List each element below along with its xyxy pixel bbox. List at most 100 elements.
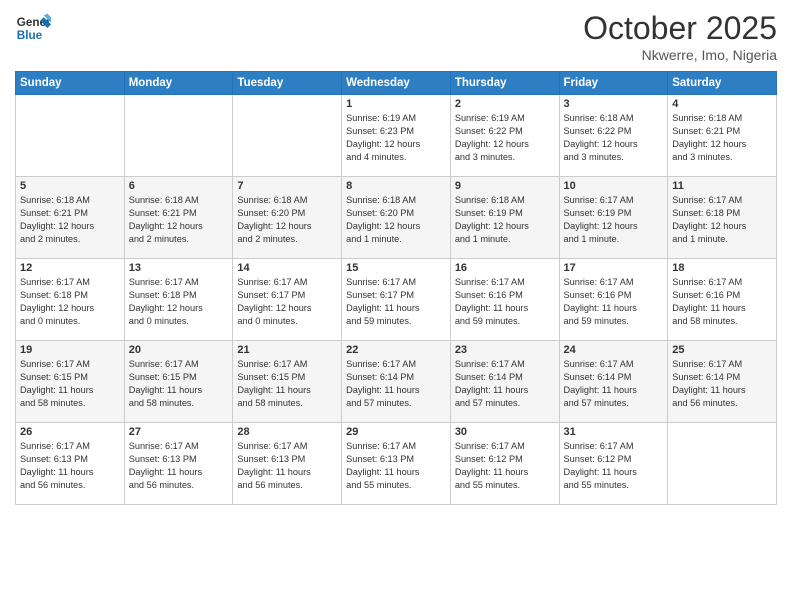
calendar-cell: 21 Sunrise: 6:17 AM Sunset: 6:15 PM Dayli… — [233, 341, 342, 423]
day-number: 13 — [129, 262, 229, 274]
calendar-cell: 6Sunrise: 6:18 AM Sunset: 6:21 PM Daylig… — [124, 177, 233, 259]
day-number: 2 — [455, 98, 555, 110]
calendar-cell: 1 Sunrise: 6:19 AM Sunset: 6:23 PM Daylig… — [342, 95, 451, 177]
calendar-cell: 8 Sunrise: 6:18 AM Sunset: 6:20 PM Daylig… — [342, 177, 451, 259]
day-number: 21 — [237, 344, 337, 356]
day-number: 25 — [672, 344, 772, 356]
day-info: Sunrise: 6:19 AM Sunset: 6:22 PM Dayligh… — [455, 112, 555, 164]
day-number: 1 — [346, 98, 446, 110]
day-info: Sunrise: 6:17 AM Sunset: 6:19 PM Dayligh… — [564, 194, 664, 246]
day-number: 3 — [564, 98, 664, 110]
day-info: Sunrise: 6:18 AM Sunset: 6:21 PM Dayligh… — [672, 112, 772, 164]
day-number: 31 — [564, 426, 664, 438]
calendar-week-1: 1 Sunrise: 6:19 AM Sunset: 6:23 PM Daylig… — [16, 95, 777, 177]
calendar-cell: 3 Sunrise: 6:18 AM Sunset: 6:22 PM Daylig… — [559, 95, 668, 177]
day-info: Sunrise: 6:17 AM Sunset: 6:14 PM Dayligh… — [455, 358, 555, 410]
day-number: 12 — [20, 262, 120, 274]
day-number: 18 — [672, 262, 772, 274]
calendar-cell: 14Sunrise: 6:17 AM Sunset: 6:17 PM Dayli… — [233, 259, 342, 341]
calendar-cell — [124, 95, 233, 177]
calendar-cell: 17Sunrise: 6:17 AM Sunset: 6:16 PM Dayli… — [559, 259, 668, 341]
calendar-table: SundayMondayTuesdayWednesdayThursdayFrid… — [15, 71, 777, 505]
day-info: Sunrise: 6:18 AM Sunset: 6:21 PM Dayligh… — [129, 194, 229, 246]
calendar-cell: 24 Sunrise: 6:17 AM Sunset: 6:14 PM Dayli… — [559, 341, 668, 423]
calendar-cell: 18Sunrise: 6:17 AM Sunset: 6:16 PM Dayli… — [668, 259, 777, 341]
day-number: 11 — [672, 180, 772, 192]
day-info: Sunrise: 6:18 AM Sunset: 6:22 PM Dayligh… — [564, 112, 664, 164]
calendar-cell: 11 Sunrise: 6:17 AM Sunset: 6:18 PM Dayli… — [668, 177, 777, 259]
day-info: Sunrise: 6:17 AM Sunset: 6:16 PM Dayligh… — [455, 276, 555, 328]
month-title: October 2025 — [583, 10, 777, 47]
day-number: 16 — [455, 262, 555, 274]
calendar-cell: 27 Sunrise: 6:17 AM Sunset: 6:13 PM Dayli… — [124, 423, 233, 505]
day-number: 26 — [20, 426, 120, 438]
calendar-cell: 15 Sunrise: 6:17 AM Sunset: 6:17 PM Dayli… — [342, 259, 451, 341]
header-cell-friday: Friday — [559, 72, 668, 95]
calendar-cell: 2 Sunrise: 6:19 AM Sunset: 6:22 PM Daylig… — [450, 95, 559, 177]
calendar-cell: 16 Sunrise: 6:17 AM Sunset: 6:16 PM Dayli… — [450, 259, 559, 341]
day-info: Sunrise: 6:18 AM Sunset: 6:20 PM Dayligh… — [237, 194, 337, 246]
day-number: 7 — [237, 180, 337, 192]
day-info: Sunrise: 6:17 AM Sunset: 6:14 PM Dayligh… — [564, 358, 664, 410]
day-info: Sunrise: 6:17 AM Sunset: 6:18 PM Dayligh… — [129, 276, 229, 328]
day-info: Sunrise: 6:17 AM Sunset: 6:14 PM Dayligh… — [346, 358, 446, 410]
calendar-week-4: 19 Sunrise: 6:17 AM Sunset: 6:15 PM Dayli… — [16, 341, 777, 423]
day-info: Sunrise: 6:17 AM Sunset: 6:13 PM Dayligh… — [346, 440, 446, 492]
calendar-week-3: 12 Sunrise: 6:17 AM Sunset: 6:18 PM Dayli… — [16, 259, 777, 341]
header-cell-thursday: Thursday — [450, 72, 559, 95]
day-info: Sunrise: 6:18 AM Sunset: 6:20 PM Dayligh… — [346, 194, 446, 246]
calendar-cell: 12 Sunrise: 6:17 AM Sunset: 6:18 PM Dayli… — [16, 259, 125, 341]
svg-text:Blue: Blue — [17, 29, 43, 42]
calendar-cell: 9 Sunrise: 6:18 AM Sunset: 6:19 PM Daylig… — [450, 177, 559, 259]
day-number: 28 — [237, 426, 337, 438]
calendar-cell: 7 Sunrise: 6:18 AM Sunset: 6:20 PM Daylig… — [233, 177, 342, 259]
day-number: 10 — [564, 180, 664, 192]
day-info: Sunrise: 6:18 AM Sunset: 6:19 PM Dayligh… — [455, 194, 555, 246]
day-info: Sunrise: 6:17 AM Sunset: 6:13 PM Dayligh… — [129, 440, 229, 492]
page-container: General Blue October 2025 Nkwerre, Imo, … — [0, 0, 792, 515]
calendar-cell: 25 Sunrise: 6:17 AM Sunset: 6:14 PM Dayli… — [668, 341, 777, 423]
day-info: Sunrise: 6:17 AM Sunset: 6:15 PM Dayligh… — [20, 358, 120, 410]
day-number: 27 — [129, 426, 229, 438]
calendar-body: 1 Sunrise: 6:19 AM Sunset: 6:23 PM Daylig… — [16, 95, 777, 505]
day-number: 20 — [129, 344, 229, 356]
day-info: Sunrise: 6:17 AM Sunset: 6:14 PM Dayligh… — [672, 358, 772, 410]
day-info: Sunrise: 6:17 AM Sunset: 6:12 PM Dayligh… — [564, 440, 664, 492]
calendar-cell — [233, 95, 342, 177]
header-cell-monday: Monday — [124, 72, 233, 95]
calendar-cell: 23 Sunrise: 6:17 AM Sunset: 6:14 PM Dayli… — [450, 341, 559, 423]
day-info: Sunrise: 6:17 AM Sunset: 6:13 PM Dayligh… — [20, 440, 120, 492]
day-info: Sunrise: 6:17 AM Sunset: 6:18 PM Dayligh… — [672, 194, 772, 246]
day-number: 8 — [346, 180, 446, 192]
day-number: 15 — [346, 262, 446, 274]
calendar-header-row: SundayMondayTuesdayWednesdayThursdayFrid… — [16, 72, 777, 95]
day-number: 24 — [564, 344, 664, 356]
header-cell-tuesday: Tuesday — [233, 72, 342, 95]
location-subtitle: Nkwerre, Imo, Nigeria — [583, 47, 777, 63]
day-info: Sunrise: 6:17 AM Sunset: 6:13 PM Dayligh… — [237, 440, 337, 492]
calendar-cell: 10 Sunrise: 6:17 AM Sunset: 6:19 PM Dayli… — [559, 177, 668, 259]
calendar-cell: 30Sunrise: 6:17 AM Sunset: 6:12 PM Dayli… — [450, 423, 559, 505]
day-info: Sunrise: 6:17 AM Sunset: 6:18 PM Dayligh… — [20, 276, 120, 328]
title-block: October 2025 Nkwerre, Imo, Nigeria — [583, 10, 777, 63]
day-number: 22 — [346, 344, 446, 356]
day-number: 17 — [564, 262, 664, 274]
calendar-cell: 20Sunrise: 6:17 AM Sunset: 6:15 PM Dayli… — [124, 341, 233, 423]
header-cell-sunday: Sunday — [16, 72, 125, 95]
day-info: Sunrise: 6:17 AM Sunset: 6:12 PM Dayligh… — [455, 440, 555, 492]
calendar-cell: 19 Sunrise: 6:17 AM Sunset: 6:15 PM Dayli… — [16, 341, 125, 423]
page-header: General Blue October 2025 Nkwerre, Imo, … — [15, 10, 777, 63]
day-number: 29 — [346, 426, 446, 438]
day-info: Sunrise: 6:17 AM Sunset: 6:15 PM Dayligh… — [237, 358, 337, 410]
calendar-cell: 26 Sunrise: 6:17 AM Sunset: 6:13 PM Dayli… — [16, 423, 125, 505]
day-info: Sunrise: 6:17 AM Sunset: 6:17 PM Dayligh… — [346, 276, 446, 328]
header-cell-wednesday: Wednesday — [342, 72, 451, 95]
calendar-cell — [16, 95, 125, 177]
day-number: 9 — [455, 180, 555, 192]
day-info: Sunrise: 6:19 AM Sunset: 6:23 PM Dayligh… — [346, 112, 446, 164]
calendar-cell: 29 Sunrise: 6:17 AM Sunset: 6:13 PM Dayli… — [342, 423, 451, 505]
calendar-cell: 5Sunrise: 6:18 AM Sunset: 6:21 PM Daylig… — [16, 177, 125, 259]
calendar-cell: 28 Sunrise: 6:17 AM Sunset: 6:13 PM Dayli… — [233, 423, 342, 505]
day-number: 19 — [20, 344, 120, 356]
day-number: 23 — [455, 344, 555, 356]
